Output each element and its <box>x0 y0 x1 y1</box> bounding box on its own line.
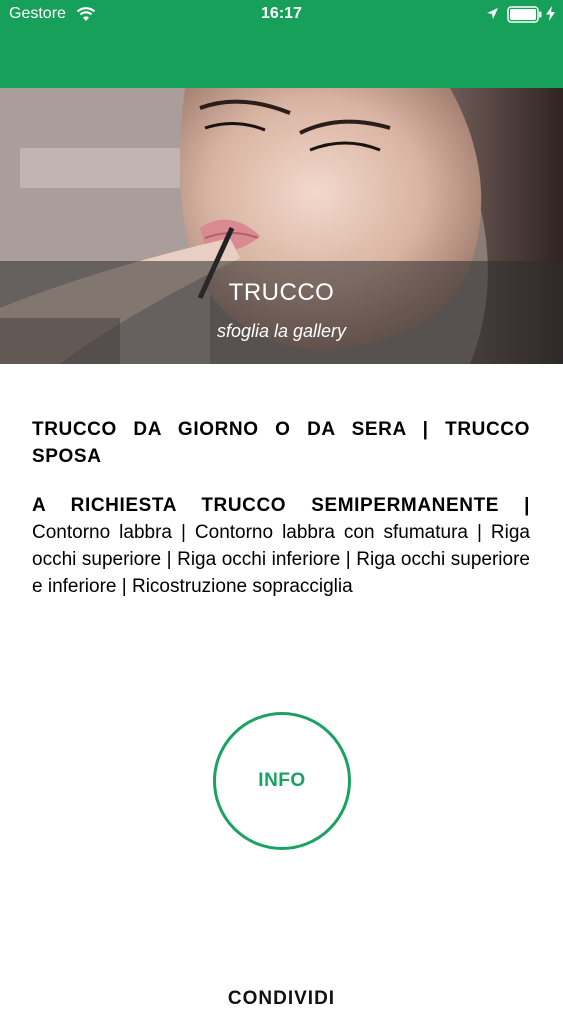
share-button[interactable]: CONDIVIDI <box>0 988 563 1010</box>
status-time: 16:17 <box>261 5 302 22</box>
gallery-link[interactable]: sfoglia la gallery <box>0 321 563 342</box>
service-description: TRUCCO DA GIORNO O DA SERA | TRUCCO SPOS… <box>32 416 530 600</box>
service-details-bold: A RICHIESTA TRUCCO SEMIPERMANENTE | <box>32 495 530 516</box>
service-details: A RICHIESTA TRUCCO SEMIPERMANENTE | Cont… <box>32 492 530 600</box>
app-header-bar: Gestore 16:17 <box>0 0 563 88</box>
hero-caption-overlay <box>0 261 563 364</box>
info-button-label: INFO <box>258 770 306 791</box>
info-button[interactable]: INFO <box>213 712 351 850</box>
service-heading: TRUCCO DA GIORNO O DA SERA | TRUCCO SPOS… <box>32 419 530 467</box>
service-details-text: Contorno labbra | Contorno labbra con sf… <box>32 522 530 597</box>
status-bar: Gestore 16:17 <box>0 0 563 30</box>
battery-icon <box>507 6 542 23</box>
hero-banner[interactable]: TRUCCO sfoglia la gallery <box>0 88 563 364</box>
charging-bolt-icon <box>546 6 555 21</box>
hero-title: TRUCCO <box>228 279 335 306</box>
location-arrow-icon <box>487 8 498 19</box>
